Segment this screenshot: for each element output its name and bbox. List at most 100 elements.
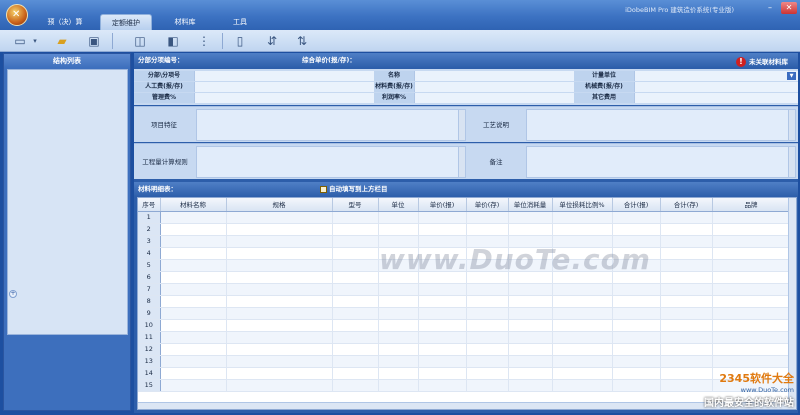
table-cell[interactable]	[612, 379, 661, 392]
table-cell[interactable]	[332, 259, 379, 272]
table-cell[interactable]	[508, 283, 553, 296]
table-cell[interactable]	[378, 379, 419, 392]
table-cell[interactable]	[552, 331, 613, 344]
table-cell[interactable]	[160, 379, 227, 392]
table-cell[interactable]	[660, 247, 713, 260]
field-item-no[interactable]	[194, 71, 374, 81]
menu-budget[interactable]: 预（决）算	[40, 14, 90, 30]
tool-a-icon[interactable]: ◫	[130, 32, 150, 50]
table-cell[interactable]	[612, 223, 661, 236]
save-icon[interactable]: ▣	[84, 32, 104, 50]
table-cell[interactable]	[332, 223, 379, 236]
table-row[interactable]: 15	[138, 379, 791, 392]
column-header[interactable]: 单价(报)	[418, 198, 467, 212]
table-cell[interactable]	[660, 223, 713, 236]
table-cell[interactable]	[508, 367, 553, 380]
column-header[interactable]: 单价(存)	[466, 198, 509, 212]
table-cell[interactable]	[160, 295, 227, 308]
column-header[interactable]: 单位损耗比例%	[552, 198, 613, 212]
table-cell[interactable]	[226, 259, 333, 272]
field-material-cost[interactable]	[414, 82, 574, 92]
table-cell[interactable]	[226, 211, 333, 224]
table-cell[interactable]	[552, 295, 613, 308]
table-cell[interactable]	[508, 295, 553, 308]
table-cell[interactable]	[712, 295, 791, 308]
table-cell[interactable]	[226, 355, 333, 368]
table-cell[interactable]	[466, 223, 509, 236]
table-cell[interactable]	[612, 355, 661, 368]
table-cell[interactable]	[160, 235, 227, 248]
table-cell[interactable]	[226, 235, 333, 248]
table-row[interactable]: 9	[138, 307, 791, 320]
table-cell[interactable]	[712, 271, 791, 284]
table-cell[interactable]	[660, 283, 713, 296]
table-row[interactable]: 7	[138, 283, 791, 296]
column-header[interactable]: 合计(存)	[660, 198, 713, 212]
table-cell[interactable]	[332, 319, 379, 332]
table-cell[interactable]	[712, 319, 791, 332]
table-cell[interactable]	[418, 331, 467, 344]
table-cell[interactable]	[160, 307, 227, 320]
table-cell[interactable]	[378, 355, 419, 368]
column-header[interactable]: 品牌	[712, 198, 791, 212]
table-cell[interactable]	[226, 331, 333, 344]
table-row[interactable]: 8	[138, 295, 791, 308]
table-cell[interactable]	[466, 355, 509, 368]
table-cell[interactable]	[332, 367, 379, 380]
field-management-fee[interactable]	[194, 93, 374, 103]
table-cell[interactable]	[226, 271, 333, 284]
table-cell[interactable]	[226, 307, 333, 320]
features-textarea[interactable]	[196, 109, 466, 141]
column-header[interactable]: 单位消耗量	[508, 198, 553, 212]
table-cell[interactable]	[508, 355, 553, 368]
table-cell[interactable]	[226, 367, 333, 380]
table-cell[interactable]	[552, 223, 613, 236]
table-row[interactable]: 14	[138, 367, 791, 380]
table-cell[interactable]	[660, 343, 713, 356]
tool-b-icon[interactable]: ◧	[163, 32, 183, 50]
table-cell[interactable]	[332, 271, 379, 284]
table-cell[interactable]	[160, 367, 227, 380]
table-cell[interactable]	[378, 331, 419, 344]
table-cell[interactable]	[508, 343, 553, 356]
table-cell[interactable]	[418, 295, 467, 308]
table-cell[interactable]	[332, 247, 379, 260]
expand-icon[interactable]: +	[9, 290, 17, 298]
remark-textarea[interactable]	[526, 146, 796, 178]
table-row[interactable]: 1	[138, 211, 791, 224]
table-cell[interactable]	[160, 271, 227, 284]
table-cell[interactable]	[332, 307, 379, 320]
table-cell[interactable]	[332, 331, 379, 344]
table-cell[interactable]	[612, 331, 661, 344]
table-cell[interactable]	[418, 367, 467, 380]
chevron-down-icon[interactable]: ▼	[787, 72, 796, 80]
open-folder-icon[interactable]: ▰	[52, 32, 72, 50]
table-cell[interactable]	[378, 367, 419, 380]
table-cell[interactable]	[160, 343, 227, 356]
new-file-icon[interactable]: ▭	[10, 32, 30, 50]
column-header[interactable]: 合计(报)	[612, 198, 661, 212]
table-cell[interactable]	[418, 283, 467, 296]
table-cell[interactable]	[160, 331, 227, 344]
table-cell[interactable]	[226, 247, 333, 260]
table-cell[interactable]	[508, 211, 553, 224]
table-cell[interactable]	[378, 343, 419, 356]
structure-tree[interactable]	[7, 69, 128, 335]
table-cell[interactable]	[612, 295, 661, 308]
table-cell[interactable]	[712, 307, 791, 320]
field-machine-cost[interactable]	[634, 82, 798, 92]
table-cell[interactable]	[332, 343, 379, 356]
table-cell[interactable]	[466, 295, 509, 308]
table-cell[interactable]	[378, 211, 419, 224]
table-cell[interactable]	[712, 331, 791, 344]
tool-d-icon[interactable]: ▯	[230, 32, 250, 50]
table-cell[interactable]	[226, 295, 333, 308]
table-cell[interactable]	[332, 379, 379, 392]
table-cell[interactable]	[508, 379, 553, 392]
table-cell[interactable]	[226, 223, 333, 236]
table-cell[interactable]	[160, 259, 227, 272]
table-cell[interactable]	[508, 223, 553, 236]
checkbox-icon[interactable]	[320, 185, 327, 193]
close-button[interactable]: ✕	[781, 2, 797, 14]
table-cell[interactable]	[418, 379, 467, 392]
